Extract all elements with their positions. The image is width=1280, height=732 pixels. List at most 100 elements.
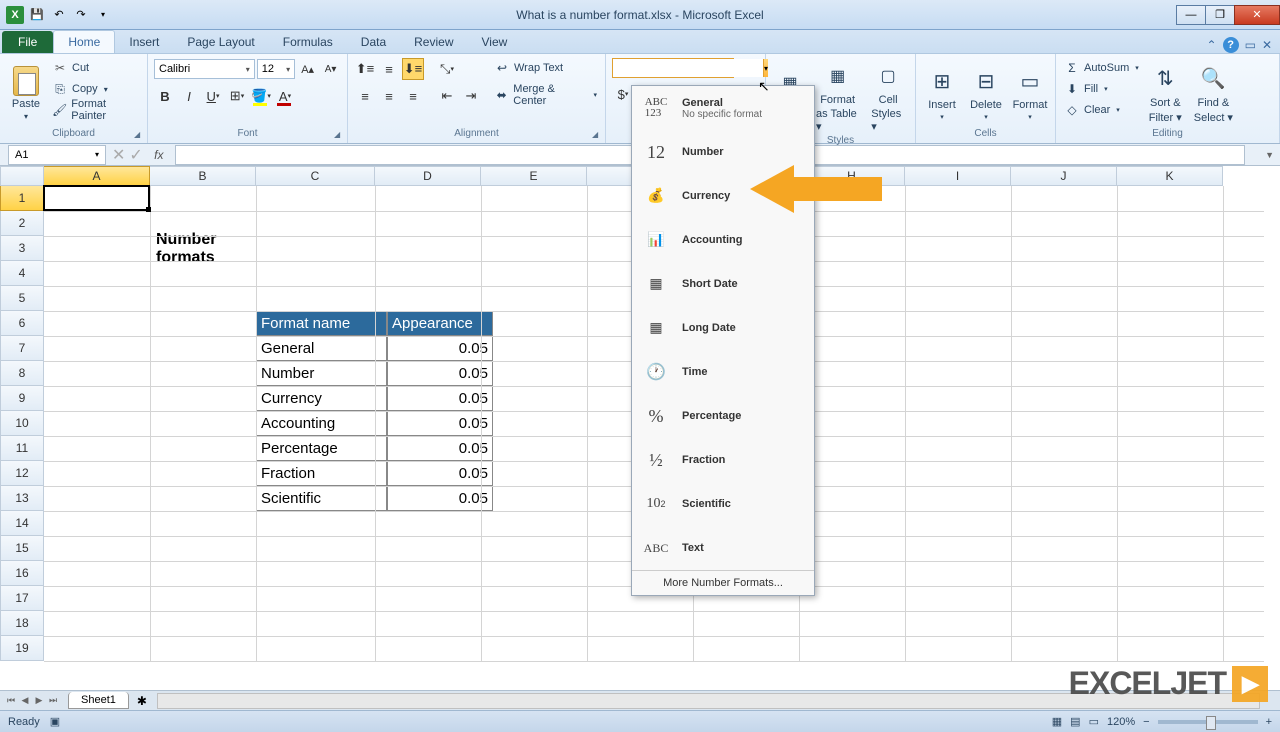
view-normal-icon[interactable]: ▦ <box>1052 715 1062 728</box>
merge-center-button[interactable]: ⬌Merge & Center▾ <box>492 85 599 105</box>
dropdown-more-formats[interactable]: More Number Formats... <box>632 570 814 595</box>
new-sheet-icon[interactable]: ✱ <box>137 694 147 708</box>
font-color-button[interactable]: A▾ <box>274 85 296 107</box>
fx-icon[interactable]: fx <box>149 148 169 162</box>
dropdown-item-percentage[interactable]: % Percentage <box>632 394 814 438</box>
row-header[interactable]: 5 <box>0 286 44 311</box>
sheet-first-icon[interactable]: ⏮ <box>4 695 18 706</box>
save-icon[interactable]: 💾 <box>28 6 46 24</box>
number-format-input[interactable] <box>613 59 763 77</box>
active-cell[interactable] <box>43 185 150 211</box>
enter-formula-icon[interactable]: ✓ <box>129 145 142 165</box>
tab-formulas[interactable]: Formulas <box>269 31 347 53</box>
sheet-last-icon[interactable]: ⏭ <box>46 695 60 706</box>
row-header[interactable]: 4 <box>0 261 44 286</box>
number-format-combo[interactable]: ▾ <box>612 58 734 78</box>
font-launcher-icon[interactable]: ◢ <box>334 130 344 140</box>
row-header[interactable]: 6 <box>0 311 44 336</box>
align-right-icon[interactable]: ≡ <box>402 85 424 107</box>
clipboard-launcher-icon[interactable]: ◢ <box>134 130 144 140</box>
help-icon[interactable]: ? <box>1223 37 1239 53</box>
format-painter-button[interactable]: 🖌Format Painter <box>50 100 141 120</box>
dropdown-item-accounting[interactable]: 📊 Accounting <box>632 218 814 262</box>
expand-formula-icon[interactable]: ▼ <box>1265 150 1274 160</box>
col-header[interactable]: D <box>375 166 481 186</box>
increase-font-icon[interactable]: A▴ <box>297 58 318 80</box>
align-middle-icon[interactable]: ≡ <box>378 58 400 80</box>
underline-button[interactable]: U▾ <box>202 85 224 107</box>
dropdown-item-time[interactable]: 🕐 Time <box>632 350 814 394</box>
dropdown-item-fraction[interactable]: ½ Fraction <box>632 438 814 482</box>
col-header[interactable]: I <box>905 166 1011 186</box>
zoom-slider[interactable] <box>1158 720 1258 724</box>
fill-color-button[interactable]: 🪣▾ <box>250 85 272 107</box>
clear-button[interactable]: ◇Clear▾ <box>1062 100 1141 120</box>
increase-indent-icon[interactable]: ⇥ <box>460 85 482 107</box>
row-header[interactable]: 8 <box>0 361 44 386</box>
italic-button[interactable]: I <box>178 85 200 107</box>
row-header[interactable]: 15 <box>0 536 44 561</box>
font-size-combo[interactable]: 12▾ <box>257 59 295 79</box>
view-page-break-icon[interactable]: ▭ <box>1089 715 1099 728</box>
orientation-icon[interactable]: ⤡▾ <box>436 58 458 80</box>
format-cells-button[interactable]: ▭Format▾ <box>1010 58 1050 128</box>
row-header[interactable]: 2 <box>0 211 44 236</box>
align-bottom-icon[interactable]: ⬇≡ <box>402 58 424 80</box>
find-select-button[interactable]: 🔍Find &Select ▾ <box>1190 58 1237 128</box>
close-button[interactable]: ✕ <box>1234 5 1280 25</box>
bold-button[interactable]: B <box>154 85 176 107</box>
window-close-inner-icon[interactable]: ✕ <box>1262 38 1272 52</box>
col-header[interactable]: A <box>44 166 150 186</box>
copy-button[interactable]: ⎘Copy▾ <box>50 79 141 99</box>
zoom-level[interactable]: 120% <box>1107 716 1135 728</box>
cancel-formula-icon[interactable]: ✕ <box>112 145 125 165</box>
alignment-launcher-icon[interactable]: ◢ <box>592 130 602 140</box>
wrap-text-button[interactable]: ↩Wrap Text <box>492 58 599 78</box>
dropdown-item-long-date[interactable]: ▦ Long Date <box>632 306 814 350</box>
window-restore-icon[interactable]: ▭ <box>1245 38 1256 52</box>
row-header[interactable]: 18 <box>0 611 44 636</box>
tab-file[interactable]: File <box>2 31 53 53</box>
border-button[interactable]: ⊞▾ <box>226 85 248 107</box>
macro-record-icon[interactable]: ▣ <box>50 715 60 728</box>
row-header[interactable]: 7 <box>0 336 44 361</box>
zoom-out-icon[interactable]: − <box>1143 716 1149 728</box>
align-left-icon[interactable]: ≡ <box>354 85 376 107</box>
col-header[interactable]: C <box>256 166 375 186</box>
row-header[interactable]: 12 <box>0 461 44 486</box>
minimize-ribbon-icon[interactable]: ⌃ <box>1207 38 1217 52</box>
name-box[interactable]: A1▾ <box>8 145 106 165</box>
col-header[interactable]: J <box>1011 166 1117 186</box>
tab-review[interactable]: Review <box>400 31 467 53</box>
maximize-button[interactable]: ❐ <box>1205 5 1235 25</box>
decrease-indent-icon[interactable]: ⇤ <box>436 85 458 107</box>
format-as-table-button[interactable]: ▦ Format as Table ▾ <box>812 58 863 135</box>
decrease-font-icon[interactable]: A▾ <box>320 58 341 80</box>
col-header[interactable]: E <box>481 166 587 186</box>
row-header[interactable]: 16 <box>0 561 44 586</box>
row-header[interactable]: 3 <box>0 236 44 261</box>
undo-icon[interactable]: ↶ <box>50 6 68 24</box>
align-top-icon[interactable]: ⬆≡ <box>354 58 376 80</box>
redo-icon[interactable]: ↷ <box>72 6 90 24</box>
row-header[interactable]: 11 <box>0 436 44 461</box>
tab-insert[interactable]: Insert <box>115 31 173 53</box>
row-header[interactable]: 17 <box>0 586 44 611</box>
dropdown-item-short-date[interactable]: ▦ Short Date <box>632 262 814 306</box>
row-header[interactable]: 19 <box>0 636 44 661</box>
tab-page-layout[interactable]: Page Layout <box>173 31 268 53</box>
cell-styles-button[interactable]: ▢ Cell Styles ▾ <box>867 58 909 135</box>
row-header[interactable]: 14 <box>0 511 44 536</box>
minimize-button[interactable]: — <box>1176 5 1206 25</box>
dropdown-item-text[interactable]: ABC Text <box>632 526 814 570</box>
sheet-tab-active[interactable]: Sheet1 <box>68 692 129 709</box>
row-header[interactable]: 9 <box>0 386 44 411</box>
qat-more-icon[interactable]: ▾ <box>94 6 112 24</box>
zoom-in-icon[interactable]: + <box>1266 716 1272 728</box>
align-center-icon[interactable]: ≡ <box>378 85 400 107</box>
row-header[interactable]: 1 <box>0 186 44 211</box>
cut-button[interactable]: ✂Cut <box>50 58 141 78</box>
col-header[interactable]: K <box>1117 166 1223 186</box>
delete-cells-button[interactable]: ⊟Delete▾ <box>966 58 1006 128</box>
row-header[interactable]: 10 <box>0 411 44 436</box>
